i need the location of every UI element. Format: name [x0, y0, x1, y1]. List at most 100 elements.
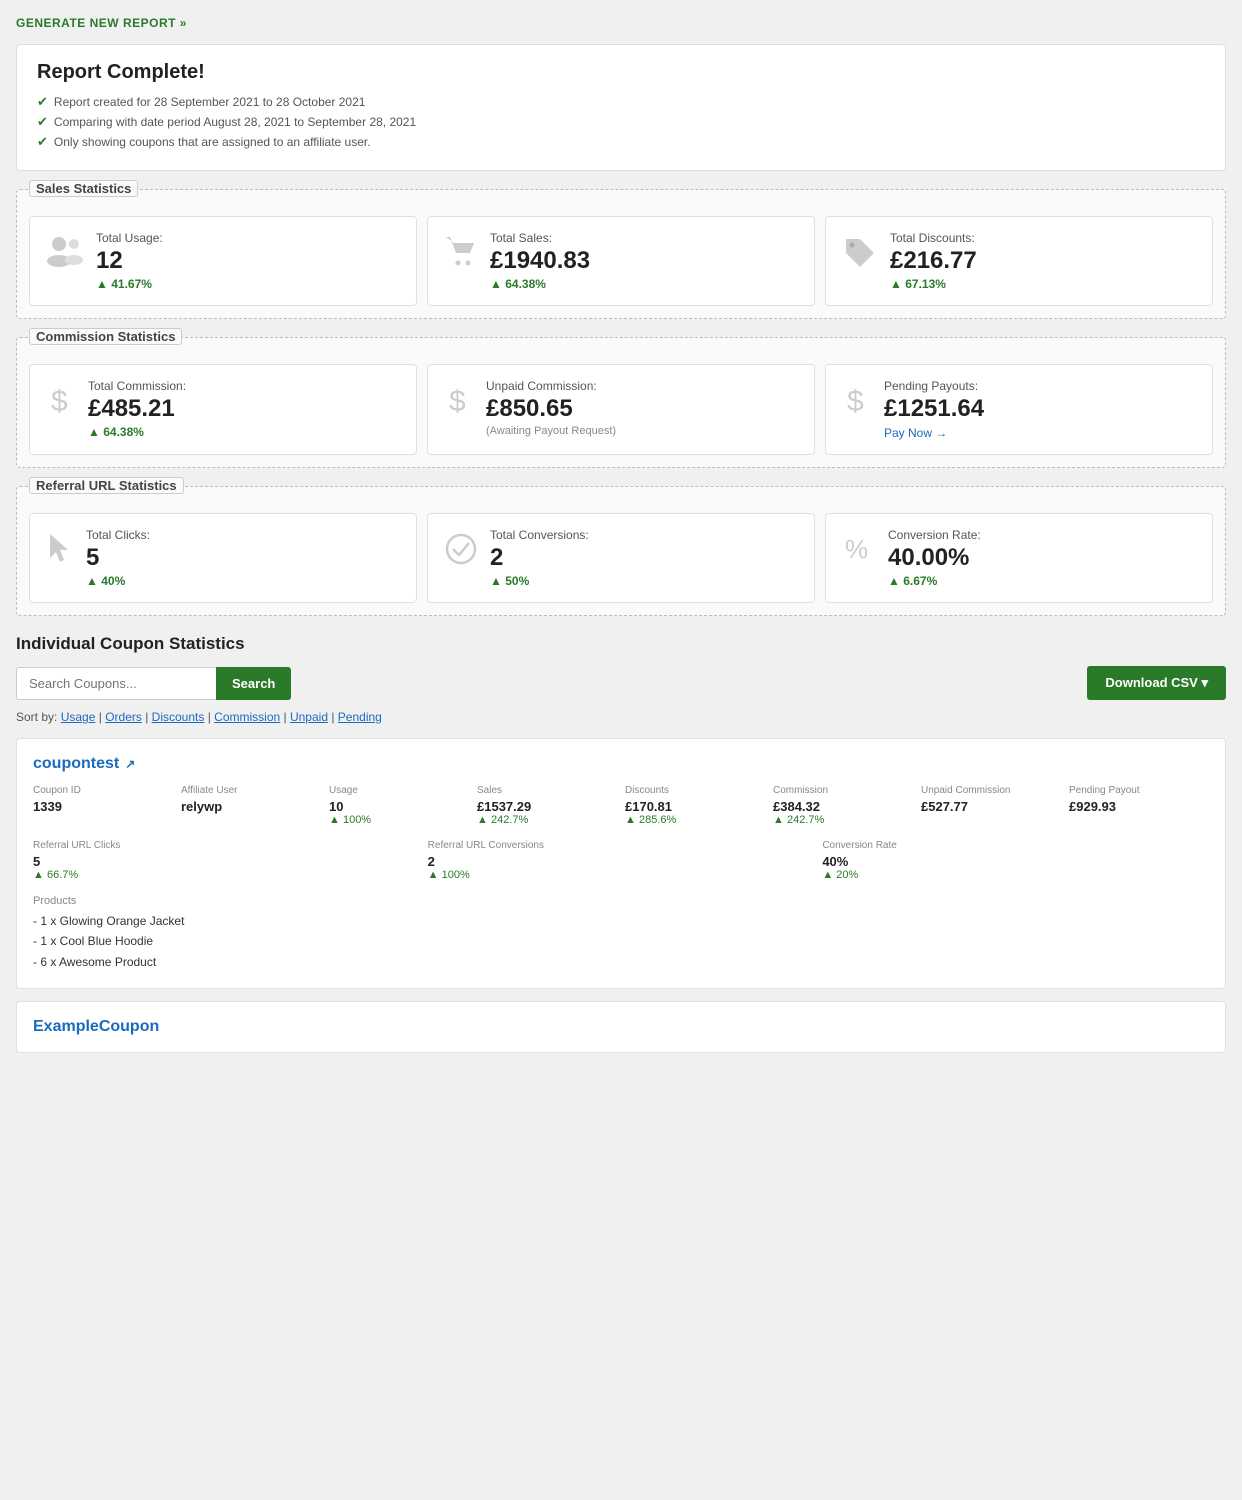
- search-input[interactable]: [16, 667, 216, 700]
- total-clicks-card: Total Clicks: 5 40%: [29, 513, 417, 603]
- total-clicks-change: 40%: [86, 574, 150, 588]
- report-item-1: ✔ Report created for 28 September 2021 t…: [37, 94, 1205, 110]
- total-sales-change: 64.38%: [490, 277, 590, 291]
- dollar-icon-2: $: [444, 383, 474, 424]
- cursor-icon: [46, 532, 74, 573]
- coupon-products-label: Products: [33, 895, 1209, 907]
- unpaid-commission-content: Unpaid Commission: £850.65 (Awaiting Pay…: [486, 379, 616, 437]
- coupon-url-clicks-field: Referral URL Clicks 5 66.7%: [33, 840, 420, 881]
- pay-now-link[interactable]: Pay Now →: [884, 426, 947, 440]
- report-title: Report Complete!: [37, 61, 1205, 84]
- unpaid-commission-label: Unpaid Commission:: [486, 379, 616, 393]
- total-sales-content: Total Sales: £1940.83 64.38%: [490, 231, 590, 291]
- total-clicks-content: Total Clicks: 5 40%: [86, 528, 150, 588]
- total-discounts-change: 67.13%: [890, 277, 977, 291]
- sort-usage[interactable]: Usage: [61, 710, 96, 724]
- check-icon-1: ✔: [37, 94, 48, 110]
- total-sales-value: £1940.83: [490, 247, 590, 275]
- sort-row: Sort by: Usage | Orders | Discounts | Co…: [16, 710, 1226, 724]
- coupon-name-coupontest: coupontest ↗: [33, 755, 1209, 773]
- total-commission-content: Total Commission: £485.21 64.38%: [88, 379, 186, 439]
- tag-icon: [842, 235, 878, 272]
- total-discounts-content: Total Discounts: £216.77 67.13%: [890, 231, 977, 291]
- commission-statistics-title: Commission Statistics: [29, 328, 182, 345]
- search-row: Search Download CSV ▾: [16, 666, 1226, 700]
- coupon-commission-field: Commission £384.32 242.7%: [773, 785, 913, 826]
- total-sales-card: Total Sales: £1940.83 64.38%: [427, 216, 815, 306]
- check-icon-2: ✔: [37, 114, 48, 130]
- svg-text:$: $: [449, 385, 466, 418]
- total-sales-label: Total Sales:: [490, 231, 590, 245]
- coupon-name-partial: ExampleCoupon: [33, 1018, 1209, 1036]
- sort-orders[interactable]: Orders: [105, 710, 142, 724]
- coupon-pending-field: Pending Payout £929.93: [1069, 785, 1209, 826]
- search-button[interactable]: Search: [216, 667, 291, 700]
- dollar-icon-1: $: [46, 383, 76, 424]
- coupon-usage-field: Usage 10 100%: [329, 785, 469, 826]
- awaiting-text: (Awaiting Payout Request): [486, 425, 616, 437]
- percent-icon: %: [842, 532, 876, 571]
- total-usage-content: Total Usage: 12 41.67%: [96, 231, 163, 291]
- dollar-icon-3: $: [842, 383, 872, 424]
- download-csv-button[interactable]: Download CSV ▾: [1087, 666, 1226, 700]
- coupon-card-partial: ExampleCoupon: [16, 1001, 1226, 1053]
- coupon-products-list: - 1 x Glowing Orange Jacket - 1 x Cool B…: [33, 911, 1209, 972]
- total-conversions-label: Total Conversions:: [490, 528, 589, 542]
- coupon-affiliate-field: Affiliate User relywp: [181, 785, 321, 826]
- sort-unpaid[interactable]: Unpaid: [290, 710, 328, 724]
- generate-report-link[interactable]: GENERATE NEW REPORT »: [16, 16, 1226, 30]
- total-conversions-change: 50%: [490, 574, 589, 588]
- search-left: Search: [16, 667, 291, 700]
- svg-text:$: $: [51, 385, 68, 418]
- unpaid-commission-card: $ Unpaid Commission: £850.65 (Awaiting P…: [427, 364, 815, 455]
- total-clicks-value: 5: [86, 544, 150, 572]
- svg-text:%: %: [845, 534, 868, 564]
- sales-statistics-title: Sales Statistics: [29, 180, 138, 197]
- pending-payouts-card: $ Pending Payouts: £1251.64 Pay Now →: [825, 364, 1213, 455]
- cart-icon: [444, 235, 478, 272]
- check-icon-3: ✔: [37, 134, 48, 150]
- coupon-url-conversion-rate-field: Conversion Rate 40% 20%: [822, 840, 1209, 881]
- total-commission-value: £485.21: [88, 395, 186, 423]
- referral-statistics-section: Referral URL Statistics Total Clicks: 5 …: [16, 486, 1226, 616]
- pending-payouts-content: Pending Payouts: £1251.64 Pay Now →: [884, 379, 984, 440]
- referral-statistics-title: Referral URL Statistics: [29, 477, 184, 494]
- sales-statistics-section: Sales Statistics Total Usage: 12 41.67%: [16, 189, 1226, 319]
- report-item-2: ✔ Comparing with date period August 28, …: [37, 114, 1205, 130]
- conversion-rate-content: Conversion Rate: 40.00% 6.67%: [888, 528, 981, 588]
- sort-discounts[interactable]: Discounts: [152, 710, 205, 724]
- coupon-discounts-field: Discounts £170.81 285.6%: [625, 785, 765, 826]
- total-commission-card: $ Total Commission: £485.21 64.38%: [29, 364, 417, 455]
- coupon-sales-field: Sales £1537.29 242.7%: [477, 785, 617, 826]
- individual-coupon-title: Individual Coupon Statistics: [16, 634, 1226, 654]
- coupon-ext-link[interactable]: ↗: [125, 757, 135, 771]
- svg-text:$: $: [847, 385, 864, 418]
- total-commission-label: Total Commission:: [88, 379, 186, 393]
- sort-pending[interactable]: Pending: [338, 710, 382, 724]
- coupon-card-coupontest: coupontest ↗ Coupon ID 1339 Affiliate Us…: [16, 738, 1226, 989]
- product-1: - 1 x Glowing Orange Jacket: [33, 911, 1209, 931]
- unpaid-commission-value: £850.65: [486, 395, 616, 423]
- total-usage-card: Total Usage: 12 41.67%: [29, 216, 417, 306]
- conversion-rate-card: % Conversion Rate: 40.00% 6.67%: [825, 513, 1213, 603]
- coupon-id-field: Coupon ID 1339: [33, 785, 173, 826]
- total-usage-label: Total Usage:: [96, 231, 163, 245]
- report-item-3: ✔ Only showing coupons that are assigned…: [37, 134, 1205, 150]
- total-conversions-value: 2: [490, 544, 589, 572]
- coupon-products: Products - 1 x Glowing Orange Jacket - 1…: [33, 895, 1209, 972]
- total-usage-value: 12: [96, 247, 163, 275]
- report-complete-box: Report Complete! ✔ Report created for 28…: [16, 44, 1226, 171]
- total-discounts-card: Total Discounts: £216.77 67.13%: [825, 216, 1213, 306]
- conversion-rate-change: 6.67%: [888, 574, 981, 588]
- sort-commission[interactable]: Commission: [214, 710, 280, 724]
- pending-payouts-label: Pending Payouts:: [884, 379, 984, 393]
- coupon-unpaid-field: Unpaid Commission £527.77: [921, 785, 1061, 826]
- conversion-rate-label: Conversion Rate:: [888, 528, 981, 542]
- total-usage-change: 41.67%: [96, 277, 163, 291]
- total-discounts-value: £216.77: [890, 247, 977, 275]
- total-conversions-card: Total Conversions: 2 50%: [427, 513, 815, 603]
- coupon-main-grid: Coupon ID 1339 Affiliate User relywp Usa…: [33, 785, 1209, 826]
- total-discounts-label: Total Discounts:: [890, 231, 977, 245]
- total-commission-change: 64.38%: [88, 425, 186, 439]
- coupon-url-conversions-field: Referral URL Conversions 2 100%: [428, 840, 815, 881]
